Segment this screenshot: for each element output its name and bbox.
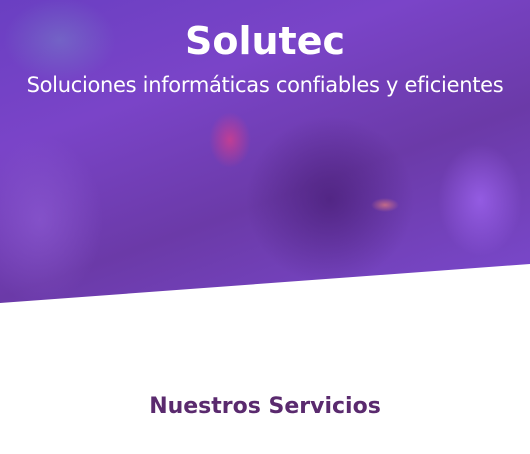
site-tagline: Soluciones informáticas confiables y efi… xyxy=(26,73,504,97)
site-title: Solutec xyxy=(184,19,345,63)
services-heading: Nuestros Servicios xyxy=(149,394,381,419)
